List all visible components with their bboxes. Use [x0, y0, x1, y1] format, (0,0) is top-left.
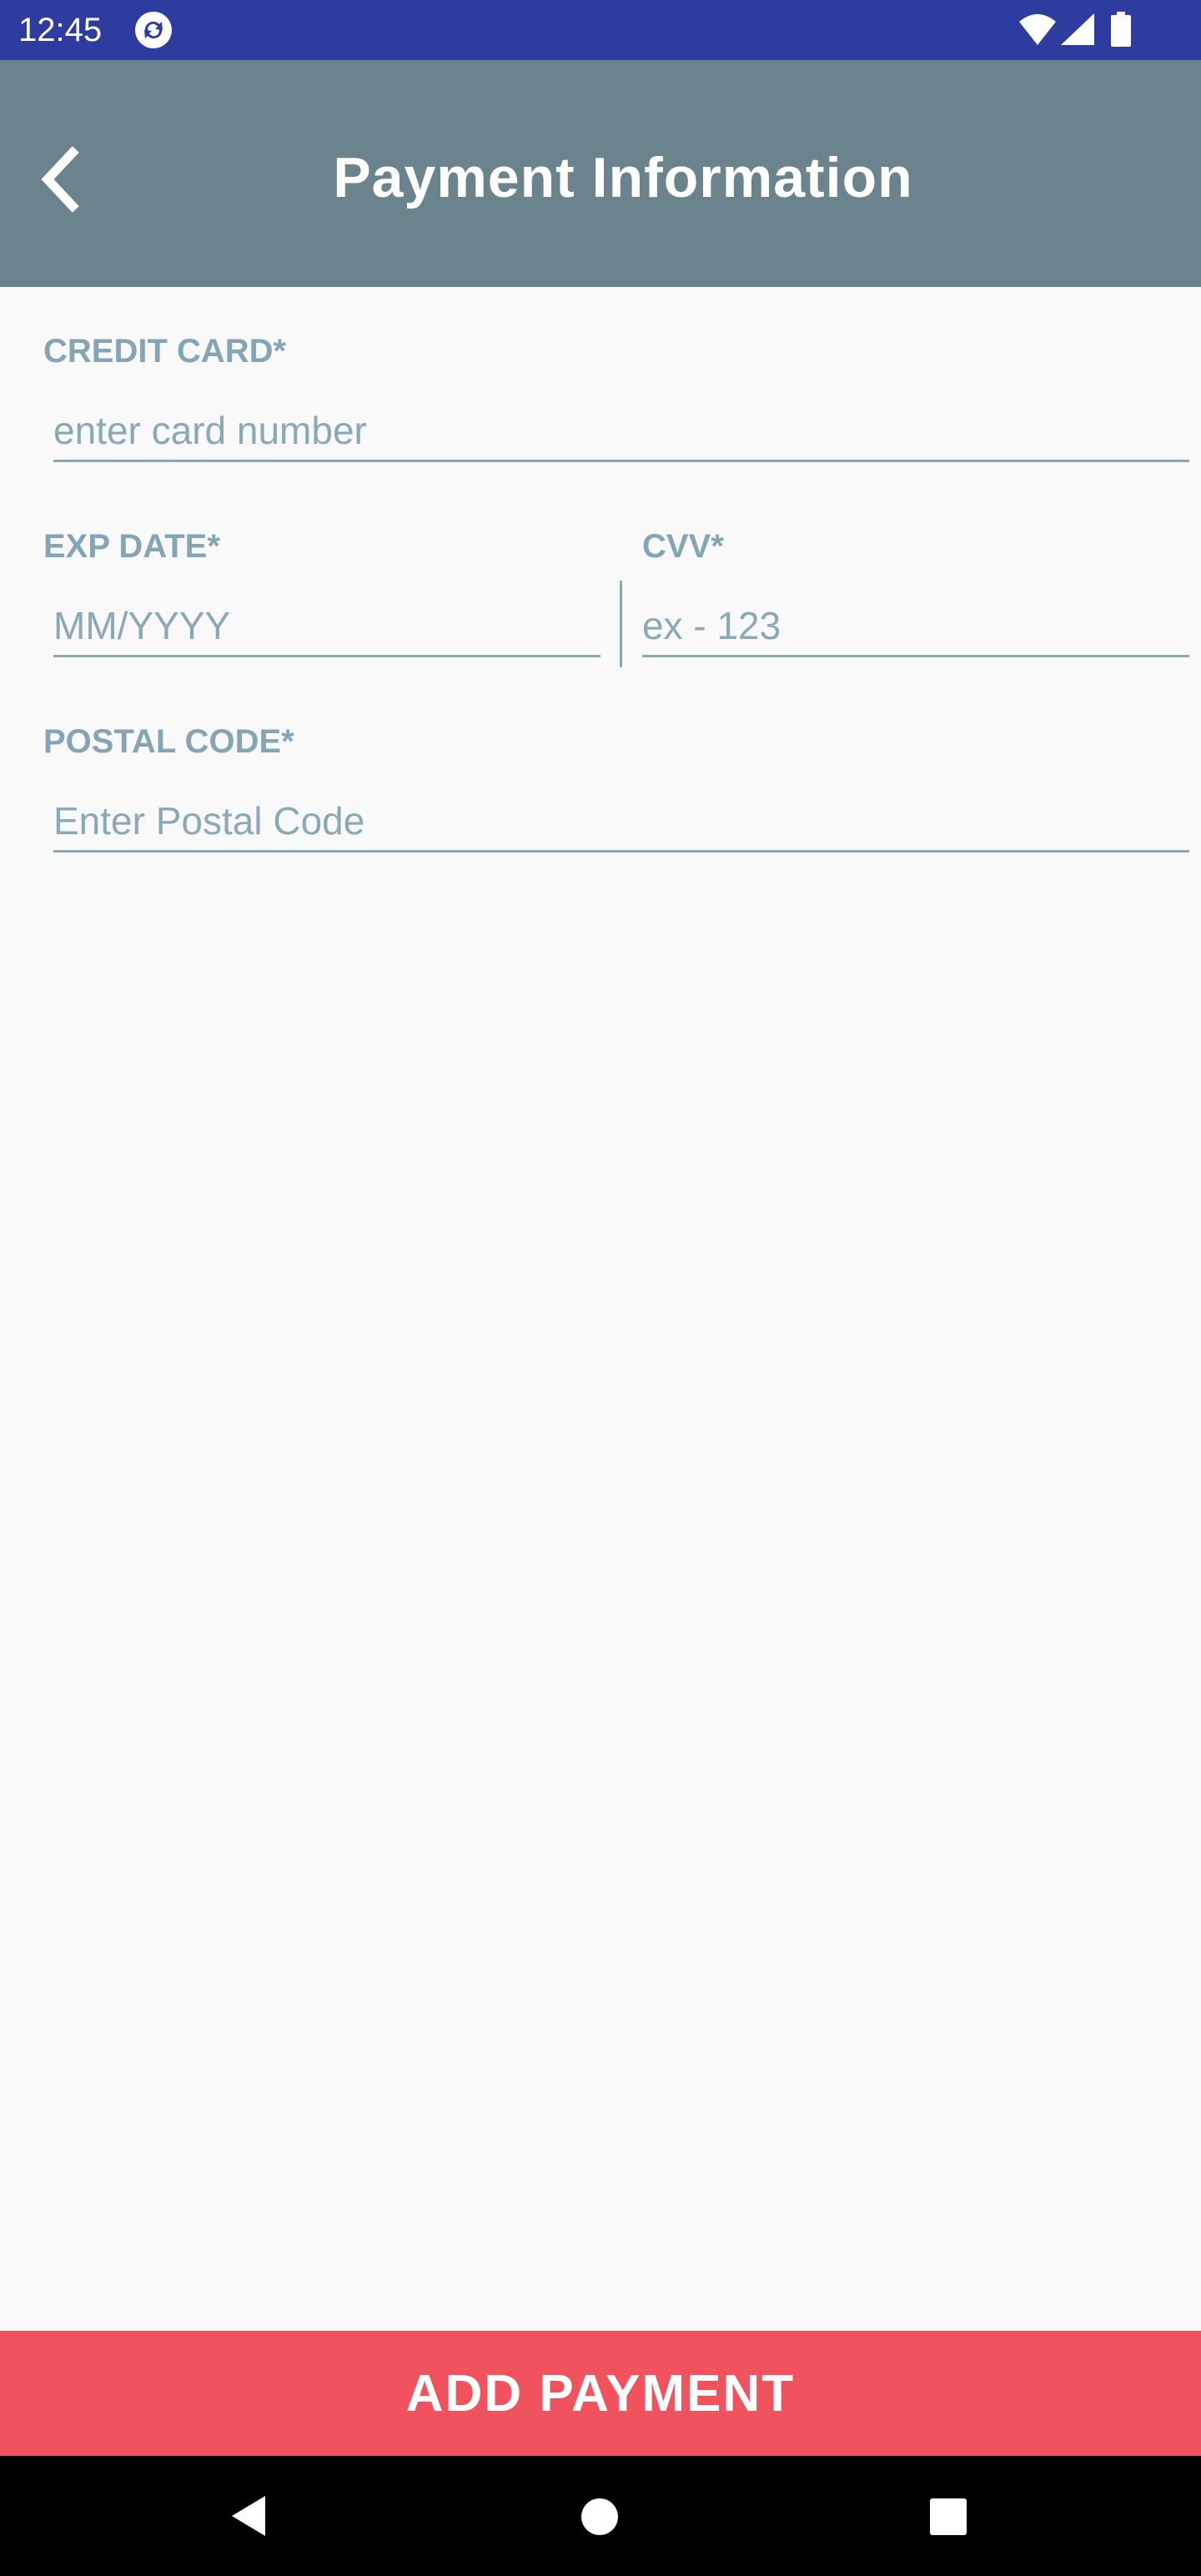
status-bar: 12:45 [0, 0, 1201, 60]
cvv-label: CVV* [642, 528, 724, 565]
nav-home-icon[interactable] [580, 2498, 619, 2536]
exp-date-label: EXP DATE* [43, 528, 220, 565]
credit-card-input[interactable] [53, 400, 1189, 462]
battery-icon [1111, 12, 1131, 47]
nav-back-icon[interactable] [227, 2493, 274, 2539]
wifi-icon [1019, 14, 1056, 45]
sync-app-icon [135, 12, 172, 48]
exp-date-input[interactable] [53, 596, 600, 657]
cvv-input[interactable] [642, 596, 1189, 657]
status-time: 12:45 [18, 12, 103, 48]
postal-code-label: POSTAL CODE* [43, 723, 294, 760]
credit-card-label: CREDIT CARD* [43, 333, 287, 370]
field-divider [620, 581, 622, 667]
postal-code-input[interactable] [53, 791, 1189, 853]
page-title: Payment Information [333, 146, 913, 209]
add-payment-button[interactable]: ADD PAYMENT [0, 2331, 1201, 2456]
navigation-bar [0, 2456, 1201, 2576]
cell-signal-icon [1061, 13, 1094, 45]
nav-recents-icon[interactable] [929, 2498, 967, 2536]
